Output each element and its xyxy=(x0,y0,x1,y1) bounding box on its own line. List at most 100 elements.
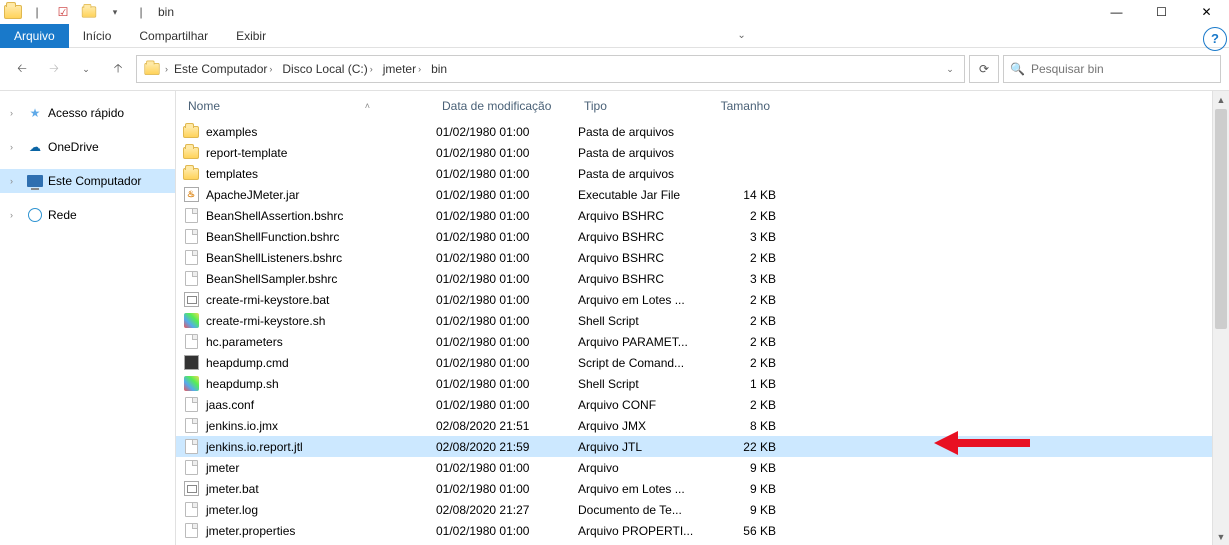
column-date[interactable]: Data de modificação xyxy=(436,99,578,113)
crumb-drive[interactable]: Disco Local (C:)› xyxy=(278,62,376,76)
column-type[interactable]: Tipo xyxy=(578,99,698,113)
column-header-row: Nome˄ Data de modificação Tipo Tamanho xyxy=(176,91,1229,121)
file-list-pane: Nome˄ Data de modificação Tipo Tamanho e… xyxy=(176,91,1229,545)
column-name[interactable]: Nome˄ xyxy=(182,99,436,113)
folder-icon xyxy=(182,145,200,161)
file-type: Arquivo em Lotes ... xyxy=(578,482,698,496)
file-name: BeanShellAssertion.bshrc xyxy=(206,209,343,223)
file-row[interactable]: heapdump.cmd01/02/1980 01:00Script de Co… xyxy=(176,352,1229,373)
file-row[interactable]: jaas.conf01/02/1980 01:00Arquivo CONF2 K… xyxy=(176,394,1229,415)
file-size: 2 KB xyxy=(698,314,776,328)
file-size: 2 KB xyxy=(698,209,776,223)
file-row[interactable]: jmeter.log02/08/2020 21:27Documento de T… xyxy=(176,499,1229,520)
file-size: 2 KB xyxy=(698,251,776,265)
tab-view[interactable]: Exibir xyxy=(222,24,280,48)
minimize-button[interactable]: — xyxy=(1094,0,1139,24)
folder-icon xyxy=(182,124,200,140)
file-icon xyxy=(182,229,200,245)
refresh-button[interactable]: ⟳ xyxy=(969,55,999,83)
file-row[interactable]: BeanShellAssertion.bshrc 01/02/1980 01:00… xyxy=(176,205,1229,226)
file-name: create-rmi-keystore.bat xyxy=(206,293,329,307)
file-date: 02/08/2020 21:51 xyxy=(436,419,578,433)
search-input[interactable] xyxy=(1031,62,1214,76)
nav-quick-access[interactable]: › ★ Acesso rápido xyxy=(0,101,175,125)
close-button[interactable]: ✕ xyxy=(1184,0,1229,24)
title-bar: | ☑ ▾ | bin — ☐ ✕ xyxy=(0,0,1229,24)
file-size: 2 KB xyxy=(698,335,776,349)
tab-home[interactable]: Início xyxy=(69,24,126,48)
file-row[interactable]: create-rmi-keystore.bat01/02/1980 01:00A… xyxy=(176,289,1229,310)
file-icon xyxy=(182,271,200,287)
file-row[interactable]: BeanShellListeners.bshrc01/02/1980 01:00… xyxy=(176,247,1229,268)
address-folder-icon xyxy=(144,63,159,75)
file-row[interactable]: templates01/02/1980 01:00Pasta de arquiv… xyxy=(176,163,1229,184)
file-size: 9 KB xyxy=(698,461,776,475)
bat-icon xyxy=(182,481,200,497)
tab-share[interactable]: Compartilhar xyxy=(125,24,222,48)
file-size: 22 KB xyxy=(698,440,776,454)
file-type: Script de Comand... xyxy=(578,356,698,370)
file-row[interactable]: BeanShellFunction.bshrc01/02/1980 01:00A… xyxy=(176,226,1229,247)
crumb-pc[interactable]: Este Computador› xyxy=(170,62,276,76)
chevron-right-icon[interactable]: › xyxy=(165,64,168,74)
file-date: 01/02/1980 01:00 xyxy=(436,125,578,139)
nav-onedrive[interactable]: › ☁ OneDrive xyxy=(0,135,175,159)
file-row[interactable]: report-template01/02/1980 01:00Pasta de … xyxy=(176,142,1229,163)
file-date: 02/08/2020 21:27 xyxy=(436,503,578,517)
file-icon xyxy=(182,208,200,224)
file-date: 01/02/1980 01:00 xyxy=(436,209,578,223)
forward-button[interactable]: 🡢 xyxy=(40,55,68,83)
file-type: Arquivo BSHRC xyxy=(578,209,698,223)
file-type: Arquivo xyxy=(578,461,698,475)
file-row[interactable]: ♨ApacheJMeter.jar01/02/1980 01:00Executa… xyxy=(176,184,1229,205)
scroll-up-icon[interactable]: ▲ xyxy=(1213,91,1229,108)
file-row[interactable]: heapdump.sh01/02/1980 01:00Shell Script1… xyxy=(176,373,1229,394)
crumb-bin[interactable]: bin xyxy=(427,62,451,76)
help-icon[interactable]: ? xyxy=(1203,27,1227,51)
file-name: templates xyxy=(206,167,258,181)
column-size[interactable]: Tamanho xyxy=(698,99,776,113)
file-size: 9 KB xyxy=(698,503,776,517)
file-row[interactable]: jmeter.bat01/02/1980 01:00Arquivo em Lot… xyxy=(176,478,1229,499)
file-row[interactable]: BeanShellSampler.bshrc01/02/1980 01:00Ar… xyxy=(176,268,1229,289)
file-icon xyxy=(182,250,200,266)
qat-dropdown-icon[interactable] xyxy=(78,1,100,23)
address-dropdown-icon[interactable]: ⌄ xyxy=(940,64,960,75)
bat-icon xyxy=(182,292,200,308)
qat-properties-icon[interactable]: ☑ xyxy=(52,1,74,23)
file-date: 01/02/1980 01:00 xyxy=(436,251,578,265)
back-button[interactable]: 🡠 xyxy=(8,55,36,83)
file-row[interactable]: jenkins.io.jmx02/08/2020 21:51Arquivo JM… xyxy=(176,415,1229,436)
search-box[interactable]: 🔍 xyxy=(1003,55,1221,83)
nav-network[interactable]: › Rede xyxy=(0,203,175,227)
file-type: Arquivo BSHRC xyxy=(578,230,698,244)
file-date: 01/02/1980 01:00 xyxy=(436,293,578,307)
file-name: jenkins.io.report.jtl xyxy=(206,440,303,454)
file-row[interactable]: jmeter.properties01/02/1980 01:00Arquivo… xyxy=(176,520,1229,541)
file-size: 3 KB xyxy=(698,230,776,244)
file-name: BeanShellFunction.bshrc xyxy=(206,230,339,244)
qat-separator: | xyxy=(26,1,48,23)
file-row[interactable]: jenkins.io.report.jtl02/08/2020 21:59Arq… xyxy=(176,436,1229,457)
qat-caret-icon[interactable]: ▾ xyxy=(104,1,126,23)
tab-file[interactable]: Arquivo xyxy=(0,24,69,48)
recent-dropdown-icon[interactable]: ⌄ xyxy=(72,55,100,83)
file-row[interactable]: hc.parameters01/02/1980 01:00Arquivo PAR… xyxy=(176,331,1229,352)
crumb-jmeter[interactable]: jmeter› xyxy=(379,62,425,76)
file-row[interactable]: jmeter01/02/1980 01:00Arquivo9 KB xyxy=(176,457,1229,478)
vertical-scrollbar[interactable]: ▲ ▼ xyxy=(1212,91,1229,545)
file-size: 9 KB xyxy=(698,482,776,496)
file-row[interactable]: examples01/02/1980 01:00Pasta de arquivo… xyxy=(176,121,1229,142)
file-icon xyxy=(182,334,200,350)
file-date: 01/02/1980 01:00 xyxy=(436,524,578,538)
maximize-button[interactable]: ☐ xyxy=(1139,0,1184,24)
scroll-down-icon[interactable]: ▼ xyxy=(1213,528,1229,545)
navigation-pane: › ★ Acesso rápido › ☁ OneDrive › Este Co… xyxy=(0,91,176,545)
file-row[interactable]: create-rmi-keystore.sh01/02/1980 01:00Sh… xyxy=(176,310,1229,331)
scroll-thumb[interactable] xyxy=(1215,109,1227,329)
up-button[interactable]: 🡡 xyxy=(104,55,132,83)
nav-this-pc[interactable]: › Este Computador xyxy=(0,169,175,193)
address-bar[interactable]: › Este Computador› Disco Local (C:)› jme… xyxy=(136,55,965,83)
file-type: Executable Jar File xyxy=(578,188,698,202)
ribbon-expand-icon[interactable]: ⌄ xyxy=(731,30,753,41)
